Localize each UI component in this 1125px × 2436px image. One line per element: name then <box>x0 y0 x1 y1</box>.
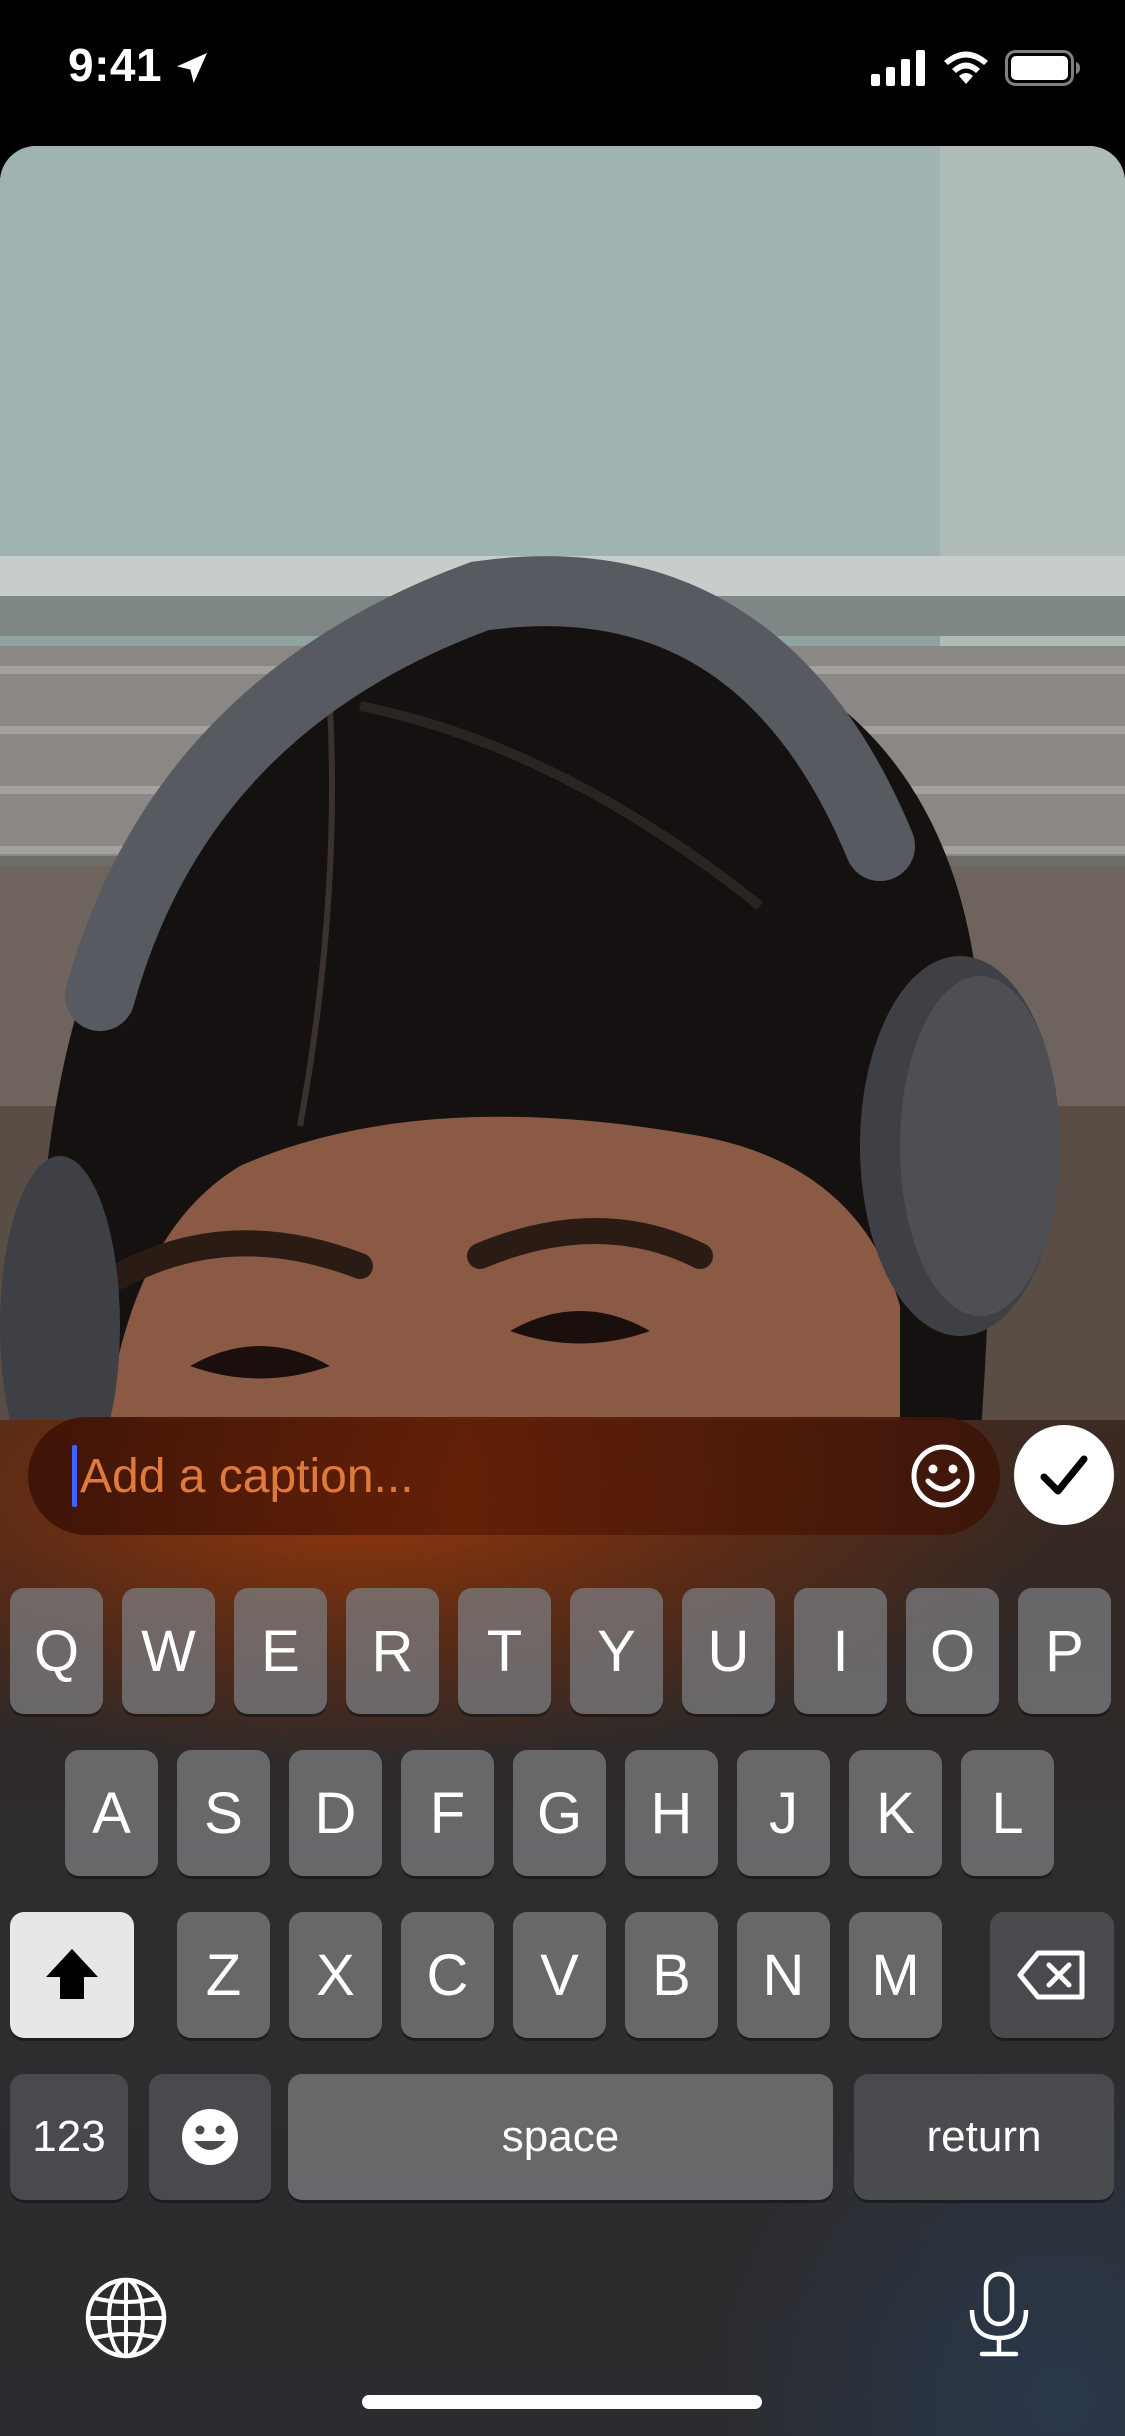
status-time: 9:41 <box>68 39 163 91</box>
key-n[interactable]: N <box>737 1912 830 2038</box>
globe-icon[interactable] <box>84 2276 168 2360</box>
key-d[interactable]: D <box>289 1750 382 1876</box>
shift-arrow-icon <box>46 1949 98 1999</box>
caption-input[interactable]: Add a caption... <box>28 1417 1000 1535</box>
key-j[interactable]: J <box>737 1750 830 1876</box>
backspace-icon <box>1017 1950 1085 2000</box>
caption-placeholder: Add a caption... <box>80 1450 414 1503</box>
key-u[interactable]: U <box>682 1588 775 1714</box>
key-z[interactable]: Z <box>177 1912 270 2038</box>
key-y[interactable]: Y <box>570 1588 663 1714</box>
numbers-key[interactable]: 123 <box>10 2074 128 2200</box>
emoji-key[interactable] <box>149 2074 271 2200</box>
key-e[interactable]: E <box>234 1588 327 1714</box>
key-g[interactable]: G <box>513 1750 606 1876</box>
key-q[interactable]: Q <box>10 1588 103 1714</box>
key-i[interactable]: I <box>794 1588 887 1714</box>
key-r[interactable]: R <box>346 1588 439 1714</box>
key-p[interactable]: P <box>1018 1588 1111 1714</box>
emoji-face-icon <box>182 2109 238 2165</box>
microphone-icon[interactable] <box>964 2270 1034 2360</box>
photo-illustration <box>0 146 1125 1586</box>
shift-key[interactable] <box>10 1912 134 2038</box>
key-o[interactable]: O <box>906 1588 999 1714</box>
smiley-icon[interactable] <box>908 1441 978 1511</box>
key-s[interactable]: S <box>177 1750 270 1876</box>
cellular-signal-icon <box>871 50 925 86</box>
key-l[interactable]: L <box>961 1750 1054 1876</box>
screen: 9:41 Add a caption... Q W E R T Y U I O … <box>0 0 1125 2436</box>
key-w[interactable]: W <box>122 1588 215 1714</box>
home-indicator[interactable] <box>362 2395 762 2409</box>
space-key[interactable]: space <box>288 2074 833 2200</box>
photo-preview <box>0 146 1125 1586</box>
key-v[interactable]: V <box>513 1912 606 2038</box>
battery-icon <box>1005 50 1080 86</box>
key-b[interactable]: B <box>625 1912 718 2038</box>
key-t[interactable]: T <box>458 1588 551 1714</box>
key-c[interactable]: C <box>401 1912 494 2038</box>
delete-key[interactable] <box>990 1912 1114 2038</box>
wifi-icon <box>944 51 988 84</box>
key-k[interactable]: K <box>849 1750 942 1876</box>
text-caret <box>72 1445 77 1507</box>
key-a[interactable]: A <box>65 1750 158 1876</box>
key-x[interactable]: X <box>289 1912 382 2038</box>
key-h[interactable]: H <box>625 1750 718 1876</box>
location-arrow-icon <box>177 53 207 83</box>
key-f[interactable]: F <box>401 1750 494 1876</box>
status-bar: 9:41 <box>0 0 1125 140</box>
key-m[interactable]: M <box>849 1912 942 2038</box>
send-button[interactable] <box>1014 1425 1114 1525</box>
return-key[interactable]: return <box>854 2074 1114 2200</box>
status-icons <box>871 50 1081 86</box>
checkmark-icon <box>1040 1455 1088 1495</box>
